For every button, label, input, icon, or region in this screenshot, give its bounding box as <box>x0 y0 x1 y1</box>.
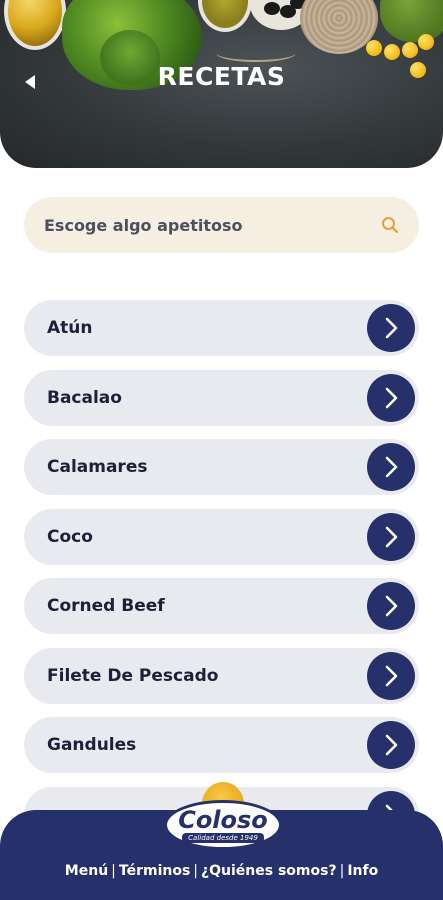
chevron-right-button[interactable] <box>367 304 415 352</box>
tomato-decoration <box>418 34 434 50</box>
list-item[interactable]: Bacalao <box>24 369 419 426</box>
list-item[interactable]: Atún <box>24 300 419 356</box>
footer-link-info[interactable]: Info <box>347 863 378 879</box>
search-icon[interactable] <box>381 216 399 234</box>
list-item-label: Gandules <box>47 735 137 755</box>
chevron-right-icon <box>385 456 398 478</box>
list-item-label: Bacalao <box>47 387 122 408</box>
pesto-bowl-decoration <box>198 0 252 32</box>
chevron-right-icon <box>385 526 398 547</box>
header-banner: RECETAS <box>0 0 443 168</box>
footer-link-menu[interactable]: Menú <box>65 863 108 879</box>
olive-decoration <box>264 2 280 15</box>
list-item[interactable]: Coco <box>24 508 419 565</box>
list-item[interactable]: Filete De Pescado <box>24 647 419 704</box>
chevron-right-icon <box>385 734 398 756</box>
logo-brand-text: Coloso <box>178 806 268 834</box>
tomato-decoration <box>384 44 400 60</box>
chevron-right-button[interactable] <box>367 651 415 700</box>
list-item[interactable]: Calamares <box>24 439 419 495</box>
twine-string-decoration <box>216 44 296 62</box>
search-bar[interactable] <box>24 197 419 253</box>
chevron-right-button[interactable] <box>367 373 415 422</box>
chevron-right-icon <box>385 665 398 686</box>
list-item-label: Filete De Pescado <box>47 665 219 686</box>
search-input[interactable] <box>44 215 381 235</box>
avocado-decoration <box>380 0 443 42</box>
tomato-decoration <box>402 42 418 58</box>
footer-links: Menú | Términos | ¿Quiénes somos? | Info <box>0 863 443 879</box>
coloso-logo: Coloso Calidad desde 1949 <box>164 782 282 854</box>
oil-bowl-decoration <box>4 0 66 50</box>
footer-link-about[interactable]: ¿Quiénes somos? <box>201 863 337 879</box>
tomato-decoration <box>366 40 382 56</box>
page-title: RECETAS <box>157 62 286 91</box>
logo-tagline: Calidad desde 1949 <box>182 833 264 843</box>
list-item[interactable]: Gandules <box>24 717 419 773</box>
chevron-right-icon <box>385 317 398 339</box>
footer-link-terms[interactable]: Términos <box>119 863 190 879</box>
chevron-right-button[interactable] <box>367 721 415 769</box>
chevron-right-icon <box>385 387 398 408</box>
chevron-right-button[interactable] <box>367 443 415 491</box>
list-item-label: Corned Beef <box>47 596 165 616</box>
separator: | <box>339 863 345 879</box>
separator: | <box>193 863 199 879</box>
list-item-label: Calamares <box>47 457 148 477</box>
list-item-label: Atún <box>47 318 93 338</box>
logo-badge: Coloso Calidad desde 1949 <box>164 800 282 850</box>
separator: | <box>111 863 116 879</box>
list-item-label: Coco <box>47 526 93 547</box>
chevron-right-button[interactable] <box>367 582 415 630</box>
list-item[interactable]: Corned Beef <box>24 578 419 634</box>
chevron-right-button[interactable] <box>367 512 415 561</box>
chevron-right-icon <box>385 595 398 617</box>
recipe-category-list: Atún Bacalao Calamares Coco Corned Beef … <box>24 300 419 856</box>
